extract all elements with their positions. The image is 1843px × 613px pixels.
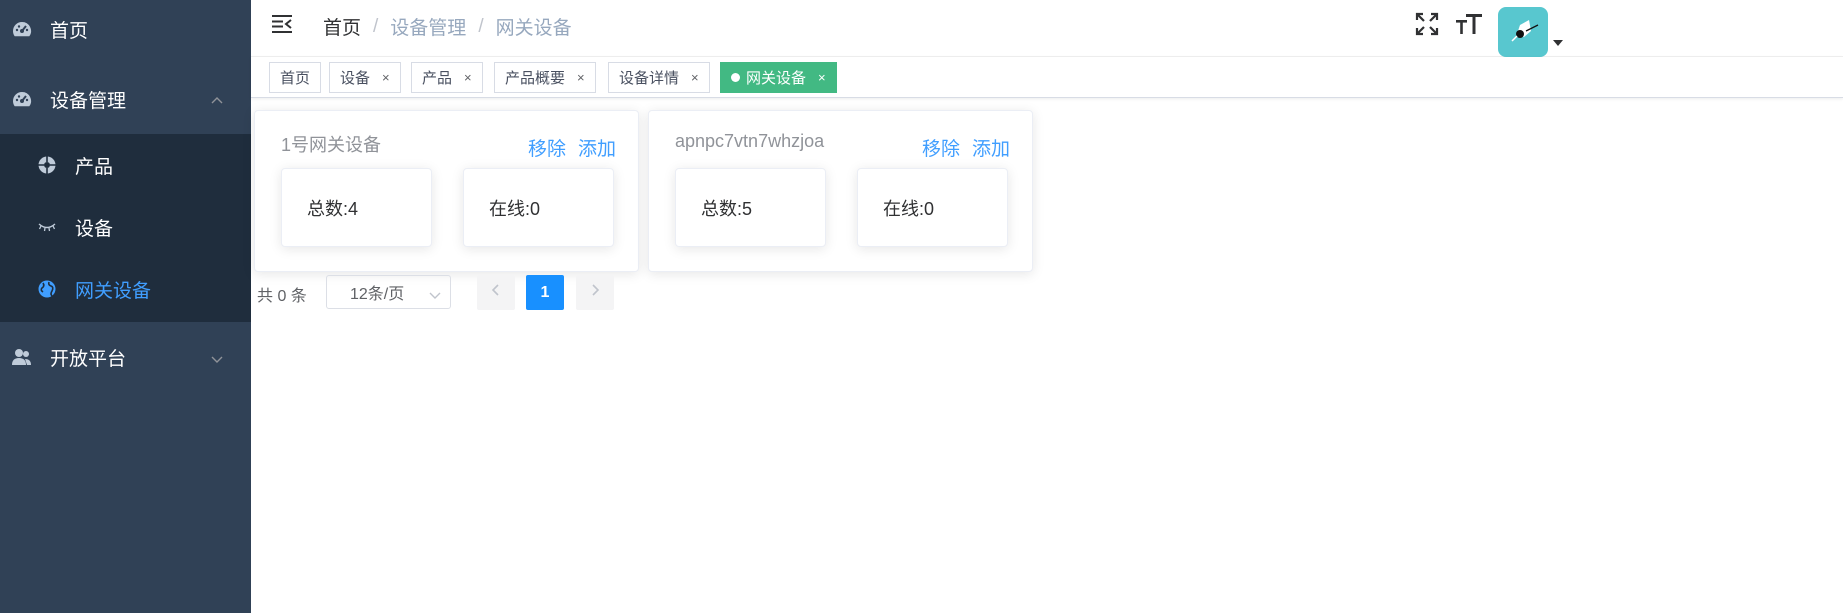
pagination-total: 共 0 条 [257, 288, 307, 305]
tag-close-icon[interactable]: × [464, 70, 472, 85]
breadcrumb-separator: / [478, 15, 484, 37]
tag-label: 设备 [340, 70, 371, 87]
breadcrumb-item: 设备管理 [390, 18, 467, 39]
gateway-card: 1号网关设备 移除 添加 总数:4 在线:0 [254, 110, 639, 272]
active-dot-icon [731, 73, 740, 82]
tag-label: 首页 [280, 70, 311, 87]
remove-button[interactable]: 移除 [922, 134, 960, 161]
total-count-card: 总数:5 [675, 168, 826, 247]
total-count: 总数:5 [701, 198, 753, 219]
chevron-up-icon [210, 92, 224, 106]
chevron-down-icon [210, 350, 224, 364]
font-size-icon[interactable] [1455, 10, 1483, 38]
eye-closed-icon [36, 216, 58, 238]
navbar: 首页 / 设备管理 / 网关设备 [251, 0, 1843, 57]
total-count: 总数:4 [307, 198, 359, 219]
gateway-card-title: apnpc7vtn7whzjoa [675, 131, 825, 151]
tag-home[interactable]: 首页 [269, 62, 322, 93]
tag-gateway-device[interactable]: 网关设备 × [720, 62, 837, 93]
add-button[interactable]: 添加 [972, 134, 1010, 161]
dashboard-icon [12, 19, 32, 39]
remove-button[interactable]: 移除 [528, 134, 566, 161]
online-count: 在线:0 [489, 198, 541, 219]
user-icon [12, 347, 32, 367]
page-number-button[interactable]: 1 [526, 275, 564, 310]
gateway-card: apnpc7vtn7whzjoa 移除 添加 总数:5 在线:0 [648, 110, 1033, 272]
sidebar-submenu: 产品 设备 网关设备 [0, 134, 251, 322]
sidebar-item-label: 网关设备 [75, 280, 152, 302]
page-size-select[interactable]: 12条/页 [326, 275, 451, 309]
sidebar: 首页 设备管理 产品 设备 网关设备 开放平台 [0, 0, 251, 613]
sidebar-item-home[interactable]: 首页 [0, 0, 251, 58]
online-count-card: 在线:0 [463, 168, 614, 247]
avatar[interactable] [1498, 7, 1548, 57]
tag-close-icon[interactable]: × [691, 70, 699, 85]
tag-label: 产品概要 [505, 70, 566, 87]
online-count-card: 在线:0 [857, 168, 1008, 247]
online-count: 在线:0 [883, 198, 935, 219]
sidebar-item-label: 产品 [75, 156, 114, 178]
globe-icon [36, 278, 58, 300]
sidebar-item-open-platform[interactable]: 开放平台 [0, 328, 251, 386]
breadcrumb-separator: / [373, 15, 379, 37]
sidebar-item-label: 设备管理 [50, 90, 127, 112]
prev-page-button[interactable] [477, 275, 515, 310]
tag-label: 网关设备 [746, 70, 807, 87]
aperture-icon [36, 154, 58, 176]
breadcrumb: 首页 / 设备管理 / 网关设备 [323, 13, 572, 40]
tag-close-icon[interactable]: × [818, 70, 826, 85]
chevron-left-icon [491, 283, 501, 302]
page-size-value: 12条/页 [350, 286, 405, 303]
sidebar-item-device-management[interactable]: 设备管理 [0, 70, 251, 128]
sidebar-item-label: 设备 [75, 218, 114, 240]
tag-close-icon[interactable]: × [577, 70, 585, 85]
tag-device[interactable]: 设备 × [329, 62, 401, 93]
breadcrumb-item-home[interactable]: 首页 [323, 13, 361, 40]
tag-product[interactable]: 产品 × [411, 62, 483, 93]
add-button[interactable]: 添加 [578, 134, 616, 161]
tags-view: 首页 设备 × 产品 × 产品概要 × 设备详情 × 网关设备 × [251, 57, 1843, 98]
total-count-card: 总数:4 [281, 168, 432, 247]
fullscreen-icon[interactable] [1414, 11, 1440, 37]
tag-close-icon[interactable]: × [382, 70, 390, 85]
tag-label: 产品 [422, 70, 453, 87]
tag-device-detail[interactable]: 设备详情 × [608, 62, 710, 93]
sidebar-item-label: 开放平台 [50, 348, 127, 370]
hamburger-icon[interactable] [271, 14, 295, 36]
sidebar-item-label: 首页 [50, 20, 89, 42]
gateway-card-title: 1号网关设备 [281, 135, 382, 155]
chevron-down-icon [429, 287, 441, 299]
dashboard-icon [12, 89, 32, 109]
next-page-button[interactable] [576, 275, 614, 310]
tag-product-overview[interactable]: 产品概要 × [494, 62, 596, 93]
breadcrumb-item-current: 网关设备 [495, 18, 572, 39]
sidebar-item-product[interactable]: 产品 [0, 134, 251, 196]
sidebar-item-gateway-device[interactable]: 网关设备 [0, 258, 251, 320]
tag-label: 设备详情 [619, 70, 680, 87]
caret-down-icon[interactable] [1553, 34, 1563, 46]
chevron-right-icon [590, 283, 600, 302]
sidebar-item-device[interactable]: 设备 [0, 196, 251, 258]
